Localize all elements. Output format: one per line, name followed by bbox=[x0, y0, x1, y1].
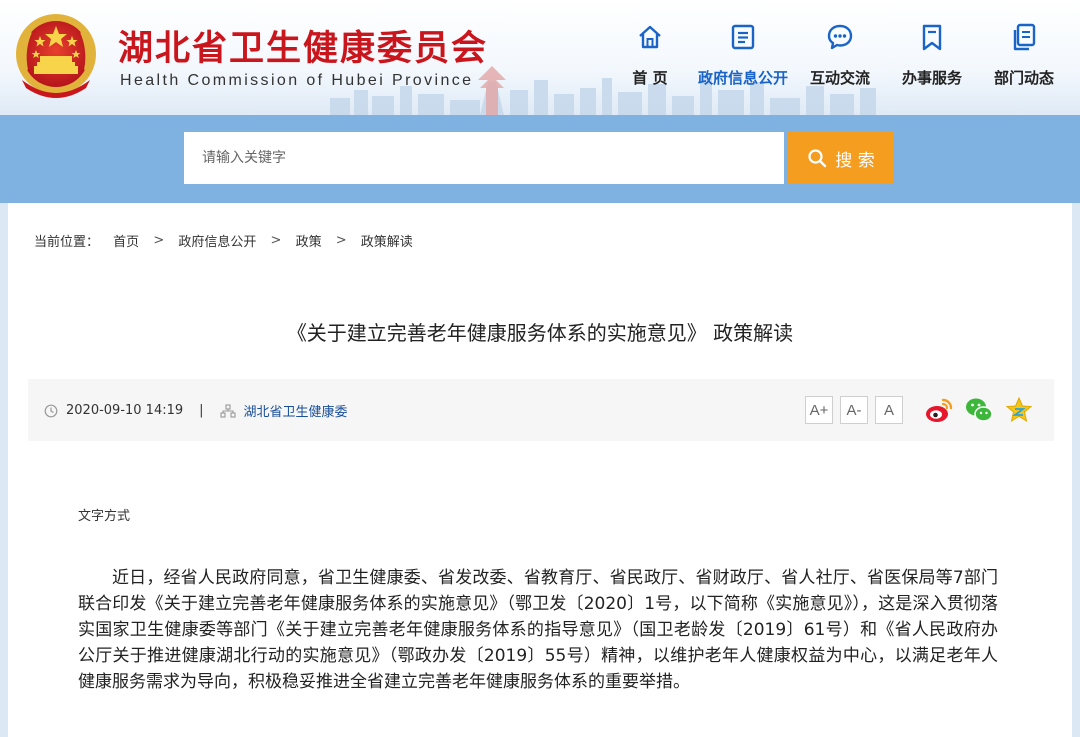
nav-item-interaction[interactable]: 互动交流 bbox=[790, 22, 890, 88]
article-title: 《关于建立完善老年健康服务体系的实施意见》 政策解读 bbox=[286, 321, 794, 345]
wechat-icon[interactable] bbox=[964, 395, 994, 425]
chat-bubble-icon bbox=[827, 24, 853, 50]
breadcrumb-separator: > bbox=[270, 233, 282, 248]
breadcrumb: 当前位置： 首页 > 政府信息公开 > 政策 > 政策解读 bbox=[34, 231, 413, 250]
clock-icon bbox=[44, 404, 58, 417]
document-list-icon bbox=[731, 24, 755, 50]
weibo-icon[interactable] bbox=[924, 395, 954, 425]
nav-item-home[interactable]: 首 页 bbox=[600, 22, 700, 88]
nav-label-dept-news: 部门动态 bbox=[993, 69, 1054, 87]
copy-documents-icon bbox=[1013, 23, 1036, 51]
breadcrumb-item-home[interactable]: 首页 bbox=[113, 235, 139, 250]
article-meta-bar: 2020-09-10 14:19 | 湖北省卫生健康委 A+ A- A bbox=[28, 379, 1054, 441]
breadcrumb-item-policy[interactable]: 政策 bbox=[296, 235, 322, 250]
search-bar: 搜 索 bbox=[0, 115, 1080, 203]
nav-item-dept-news[interactable]: 部门动态 bbox=[974, 22, 1074, 88]
publisher-link[interactable]: 湖北省卫生健康委 bbox=[244, 401, 348, 420]
breadcrumb-item-policy-interpretation[interactable]: 政策解读 bbox=[361, 235, 413, 250]
nav-item-services[interactable]: 办事服务 bbox=[882, 22, 982, 88]
article-meta: 2020-09-10 14:19 | 湖北省卫生健康委 bbox=[44, 401, 348, 420]
breadcrumb-separator: > bbox=[335, 233, 347, 248]
main-nav: 首 页 政府信息公开 互动交流 办事服务 部门动态 bbox=[600, 22, 1070, 97]
breadcrumb-separator: > bbox=[153, 233, 165, 248]
nav-label-interaction: 互动交流 bbox=[809, 69, 870, 87]
search-button[interactable]: 搜 索 bbox=[788, 132, 894, 184]
home-icon bbox=[639, 25, 661, 49]
search-button-label: 搜 索 bbox=[835, 150, 875, 171]
search-icon bbox=[808, 149, 827, 168]
search-input[interactable] bbox=[184, 132, 784, 184]
nav-label-services: 办事服务 bbox=[901, 69, 962, 87]
font-decrease-button[interactable]: A- bbox=[840, 396, 868, 424]
publish-date: 2020-09-10 14:19 bbox=[66, 403, 184, 418]
content-panel: 当前位置： 首页 > 政府信息公开 > 政策 > 政策解读 《关于建立完善老年健… bbox=[8, 203, 1072, 737]
nav-label-gov-info: 政府信息公开 bbox=[697, 69, 788, 87]
nav-item-gov-info[interactable]: 政府信息公开 bbox=[693, 22, 793, 88]
article-body-paragraph: 近日，经省人民政府同意，省卫生健康委、省发改委、省教育厅、省民政厅、省财政厅、省… bbox=[78, 568, 998, 692]
organization-icon bbox=[219, 403, 236, 418]
nav-label-home: 首 页 bbox=[632, 69, 668, 87]
text-mode-label: 文字方式 bbox=[78, 509, 131, 524]
meta-separator: | bbox=[199, 403, 204, 418]
breadcrumb-item-gov-info[interactable]: 政府信息公开 bbox=[178, 235, 256, 250]
site-subtitle: Health Commission of Hubei Province bbox=[120, 72, 474, 89]
font-default-button[interactable]: A bbox=[875, 396, 903, 424]
site-header: 湖北省卫生健康委员会 Health Commission of Hubei Pr… bbox=[0, 0, 1080, 115]
favorite-star-icon[interactable] bbox=[1004, 395, 1034, 425]
national-emblem-logo bbox=[16, 14, 96, 98]
breadcrumb-prefix: 当前位置： bbox=[34, 235, 100, 250]
bookmark-icon bbox=[922, 24, 942, 51]
font-increase-button[interactable]: A+ bbox=[805, 396, 833, 424]
site-title: 湖北省卫生健康委员会 bbox=[118, 29, 489, 69]
